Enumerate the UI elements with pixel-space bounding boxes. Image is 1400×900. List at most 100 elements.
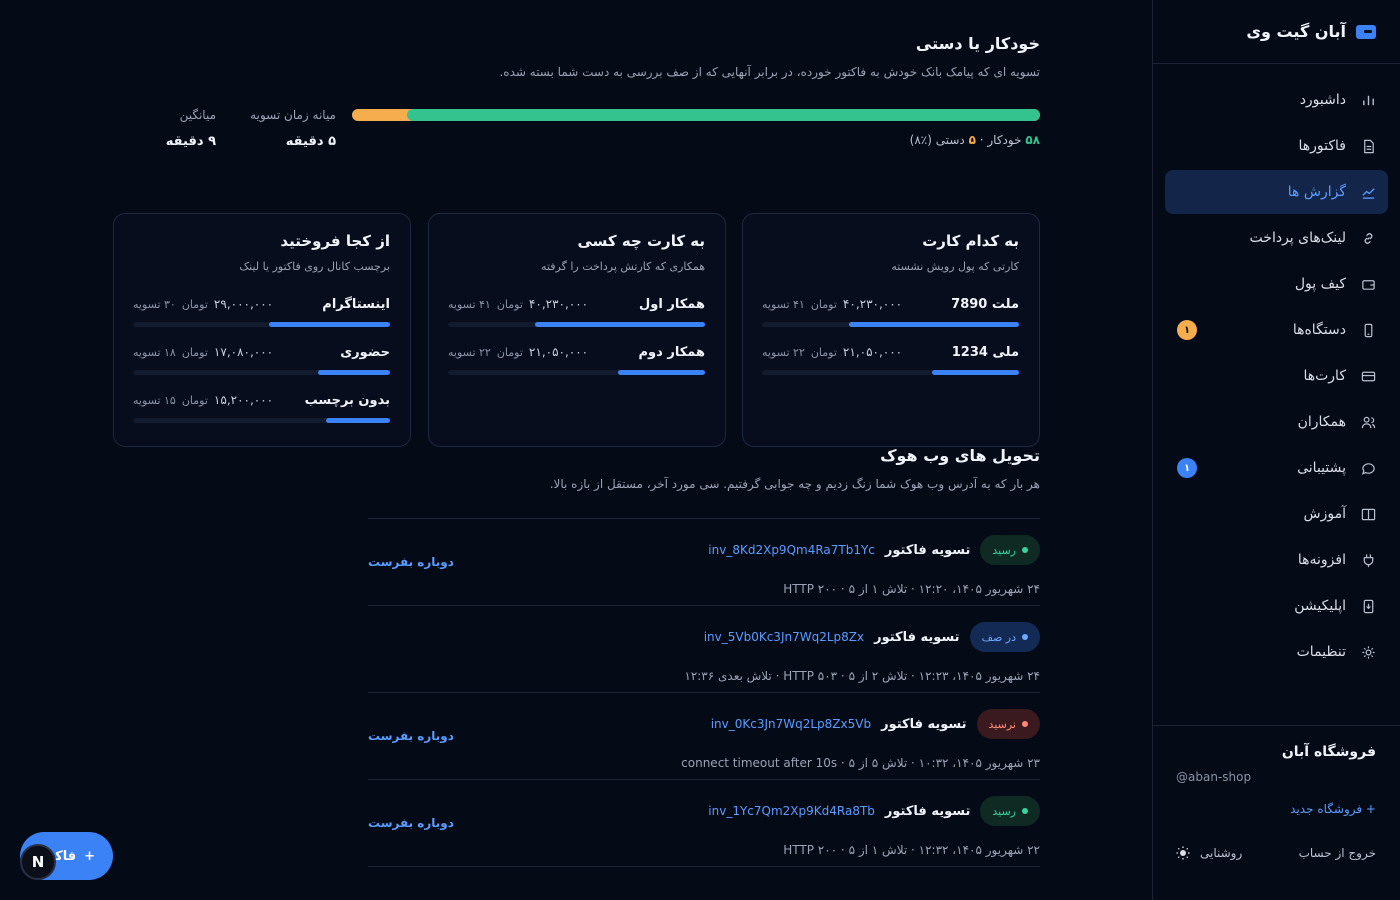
auto-manual-section: خودکار یا دستی تسویه ای که پیامک بانک خو…	[110, 34, 1040, 79]
card-subtitle: همکاری که کارتش پرداخت را گرفته	[541, 260, 705, 273]
framework-badge[interactable]: N	[20, 844, 56, 880]
sidebar-item-label: تنظیمات	[1296, 644, 1346, 660]
row-count: ۱۸ تسویه	[133, 346, 176, 359]
theme-label: روشنایی	[1200, 846, 1243, 860]
retry-button[interactable]: دوباره بفرست	[368, 555, 454, 569]
row-amount: ۴۰,۲۳۰,۰۰۰	[842, 297, 903, 311]
sidebar-item-label: فاکتورها	[1298, 138, 1347, 154]
users-icon	[1360, 414, 1376, 430]
status-badge: در صف	[969, 622, 1040, 652]
breakdown-row: بدون برچسب ۱۵,۲۰۰,۰۰۰ تومان ۱۵ تسویه	[133, 393, 390, 423]
sidebar-item-9[interactable]: آموزش	[1165, 492, 1388, 536]
sidebar-item-12[interactable]: تنظیمات	[1165, 630, 1388, 674]
trend-chart-icon	[1360, 184, 1376, 200]
logout-button[interactable]: خروج از حساب	[1299, 846, 1376, 860]
webhook-event: تسویه فاکتور	[881, 716, 967, 732]
row-count: ۳۰ تسویه	[133, 298, 176, 311]
stat-average-label: میانگین	[179, 108, 216, 122]
sidebar-item-5[interactable]: دستگاه‌ها ۱	[1165, 308, 1388, 352]
row-bar	[762, 322, 1019, 327]
invoice-link[interactable]: inv_1Yc7Qm2Xp9Kd4Ra8Tb	[708, 804, 875, 818]
sidebar: آبان گیت وی داشبورد فاکتورها گزارش ها لینک‌…	[1152, 0, 1400, 900]
auto-count: ۵۸	[1025, 133, 1040, 147]
sidebar-item-8[interactable]: پشتیبانی ۱	[1165, 446, 1388, 490]
new-shop-button[interactable]: + فروشگاه جدید	[1176, 802, 1376, 816]
retry-button[interactable]: دوباره بفرست	[368, 816, 454, 830]
row-bar-fill	[535, 322, 705, 327]
sidebar-item-6[interactable]: کارت‌ها	[1165, 354, 1388, 398]
row-bar-fill	[269, 322, 390, 327]
gear-icon	[1360, 644, 1376, 660]
auto-progress-fill	[407, 109, 1040, 121]
status-dot-icon	[1022, 634, 1028, 640]
brand-name: آبان گیت وی	[1246, 22, 1346, 41]
breakdown-row: ملی 1234 ۲۱,۰۵۰,۰۰۰ تومان ۲۲ تسویه	[762, 345, 1019, 375]
invoice-link[interactable]: inv_5Vb0Kc3Jn7Wq2Lp8Zx	[704, 630, 864, 644]
stat-average: میانگین ۹ دقیقه	[166, 108, 216, 149]
sidebar-item-2[interactable]: گزارش ها	[1165, 170, 1388, 214]
webhook-title: تحویل های وب هوک	[880, 446, 1040, 465]
row-amount: ۲۱,۰۵۰,۰۰۰	[842, 345, 903, 359]
webhook-row: نرسید تسویه فاکتور inv_0Kc3Jn7Wq2Lp8Zx5Vb ۲…	[368, 693, 1040, 780]
link-icon	[1360, 230, 1376, 246]
row-bar	[448, 322, 705, 327]
progress-legend: ۵۸ خودکار · ۵ دستی (٪۸)	[910, 133, 1040, 147]
row-name: همکار اول	[639, 297, 705, 312]
count-badge: ۱	[1177, 458, 1197, 478]
invoice-link[interactable]: inv_0Kc3Jn7Wq2Lp8Zx5Vb	[711, 717, 871, 731]
status-dot-icon	[1022, 721, 1028, 727]
sidebar-item-7[interactable]: همکاران	[1165, 400, 1388, 444]
card-title: به کدام کارت	[922, 232, 1019, 250]
status-label: رسید	[992, 543, 1016, 557]
breakdown-cards: به کدام کارت کارتی که پول رویش نشسته ملت 7…	[112, 213, 1040, 447]
sidebar-item-1[interactable]: فاکتورها	[1165, 124, 1388, 168]
row-bar	[133, 370, 390, 375]
webhook-event: تسویه فاکتور	[884, 542, 971, 558]
row-name: همکار دوم	[638, 345, 705, 360]
document-icon	[1360, 138, 1376, 154]
status-label: در صف	[981, 630, 1016, 644]
sidebar-nav: داشبورد فاکتورها گزارش ها لینک‌های پرداخت کی…	[1153, 64, 1400, 674]
brand[interactable]: آبان گیت وی	[1153, 0, 1400, 64]
sidebar-item-label: افزونه‌ها	[1297, 552, 1346, 568]
webhook-event: تسویه فاکتور	[874, 629, 960, 645]
shop-handle: @aban-shop	[1176, 770, 1252, 784]
breakdown-row: ملت 7890 ۴۰,۲۳۰,۰۰۰ تومان ۴۱ تسویه	[762, 297, 1019, 327]
status-badge: رسید	[980, 796, 1040, 826]
phone-icon	[1360, 322, 1376, 338]
sun-icon	[1176, 846, 1190, 860]
status-badge: نرسید	[976, 709, 1040, 739]
row-bar-fill	[931, 370, 1019, 375]
invoice-link[interactable]: inv_8Kd2Xp9Qm4Ra7Tb1Yc	[708, 543, 875, 557]
row-bar	[448, 370, 705, 375]
sidebar-item-10[interactable]: افزونه‌ها	[1165, 538, 1388, 582]
sidebar-item-label: پشتیبانی	[1297, 460, 1346, 476]
breakdown-card: از کجا فروختید برچسب کانال روی فاکتور یا …	[113, 213, 411, 447]
sidebar-item-4[interactable]: کیف پول	[1165, 262, 1388, 306]
retry-button[interactable]: دوباره بفرست	[368, 729, 454, 743]
sidebar-item-3[interactable]: لینک‌های پرداخت	[1165, 216, 1388, 260]
credit-card-icon	[1360, 368, 1376, 384]
chat-icon	[1360, 460, 1376, 476]
sidebar-footer: فروشگاه آبان @aban-shop + فروشگاه جدید خ…	[1152, 725, 1400, 900]
theme-toggle[interactable]: روشنایی	[1176, 846, 1242, 860]
sidebar-item-11[interactable]: اپلیکیشن	[1165, 584, 1388, 628]
row-bar-fill	[318, 370, 390, 375]
card-subtitle: کارتی که پول رویش نشسته	[891, 260, 1019, 273]
book-icon	[1360, 506, 1376, 522]
auto-label: خودکار	[987, 133, 1022, 147]
sidebar-item-label: کارت‌ها	[1303, 368, 1346, 384]
shop-name[interactable]: فروشگاه آبان	[1176, 744, 1376, 760]
sidebar-item-0[interactable]: داشبورد	[1165, 78, 1388, 122]
row-count: ۱۵ تسویه	[133, 394, 176, 407]
row-bar	[133, 322, 390, 327]
sidebar-item-label: دستگاه‌ها	[1292, 322, 1346, 338]
row-bar-fill	[849, 322, 1019, 327]
stat-median-label: میانه زمان تسویه	[250, 108, 336, 122]
webhook-meta: ۲۲ شهریور ۱۴۰۵، ۱۲:۳۲ · تلاش ۱ از ۵ · HT…	[783, 843, 1040, 857]
sidebar-item-label: آموزش	[1303, 506, 1346, 522]
row-name: ملی 1234	[951, 345, 1019, 360]
row-count: ۴۱ تسویه	[762, 298, 805, 311]
status-dot-icon	[1022, 808, 1028, 814]
row-amount: ۲۹,۰۰۰,۰۰۰	[213, 297, 274, 311]
